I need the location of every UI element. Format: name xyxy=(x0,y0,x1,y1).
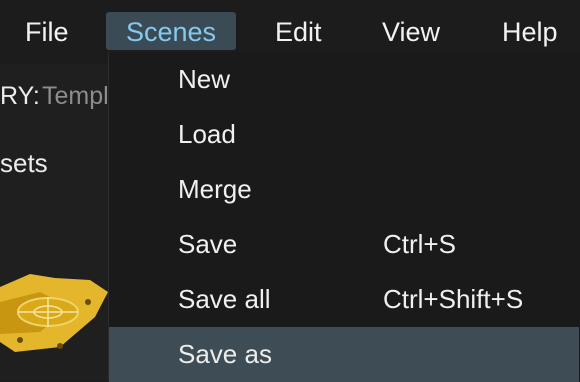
menu-item-merge[interactable]: Merge xyxy=(109,162,579,217)
menu-item-shortcut: Ctrl+S xyxy=(383,229,456,259)
menu-item-label: Save as xyxy=(178,339,272,369)
menu-item-label: Load xyxy=(178,119,236,149)
menu-item-shortcut: Ctrl+Shift+S xyxy=(383,284,524,314)
menu-item-label: Save all xyxy=(178,284,271,314)
scenes-dropdown-menu: New Load Merge Save Ctrl+S Save all Ctrl… xyxy=(108,52,580,382)
scene-thumbnail-image xyxy=(0,274,108,352)
menu-item-label: Save xyxy=(178,229,238,259)
menu-item-save[interactable]: Save Ctrl+S xyxy=(109,217,579,272)
menu-help[interactable]: Help xyxy=(482,12,578,50)
menu-item-label: New xyxy=(178,64,231,94)
menu-scenes[interactable]: Scenes xyxy=(106,12,237,50)
menu-item-save-all[interactable]: Save all Ctrl+Shift+S xyxy=(109,272,579,327)
menu-item-load[interactable]: Load xyxy=(109,107,579,162)
menu-file[interactable]: File xyxy=(5,12,89,50)
assets-label: sets xyxy=(0,148,48,178)
category-value[interactable]: Templ xyxy=(42,82,109,111)
menu-view[interactable]: View xyxy=(362,12,460,50)
menu-item-label: Merge xyxy=(178,174,252,204)
menu-item-new[interactable]: New xyxy=(109,52,579,107)
menu-edit[interactable]: Edit xyxy=(255,12,342,50)
category-label: RY: xyxy=(0,82,40,110)
menu-item-save-as[interactable]: Save as xyxy=(109,327,579,382)
